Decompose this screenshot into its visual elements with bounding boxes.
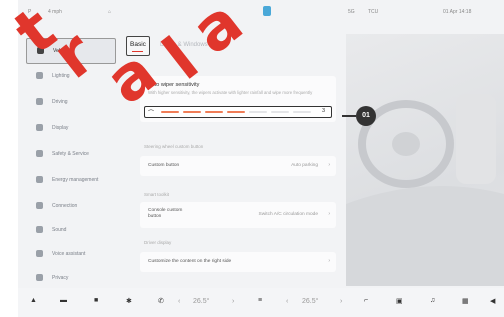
custom-button-row[interactable]: Custom button Auto parking › bbox=[140, 156, 336, 176]
wiper-icon: ⌒ bbox=[148, 111, 155, 117]
callout-line bbox=[342, 115, 356, 117]
status-tcu: TCU bbox=[368, 9, 379, 15]
chevron-right-icon: › bbox=[328, 258, 330, 264]
callout-badge: 01 bbox=[356, 106, 376, 126]
apps-icon[interactable]: ▦ bbox=[462, 297, 469, 305]
wiper-sensitivity-slider[interactable]: ⌒ 3 bbox=[144, 106, 332, 118]
temp-right-down-arrow[interactable]: ‹ bbox=[286, 298, 288, 305]
phone-icon[interactable]: ✆ bbox=[158, 297, 164, 305]
sidebar-item-display[interactable]: Display bbox=[26, 116, 114, 140]
temp-left-value: 26.5° bbox=[193, 298, 210, 305]
console-button-row[interactable]: Console custom button Switch A/C circula… bbox=[140, 202, 336, 228]
status-speed: 4 mph bbox=[48, 9, 62, 15]
slider-segment bbox=[183, 111, 201, 113]
link-icon bbox=[36, 202, 43, 209]
home-icon[interactable]: ⌂ bbox=[108, 9, 111, 15]
fan-icon[interactable]: ✱ bbox=[126, 297, 132, 305]
row-label: Customize the content on the right side bbox=[148, 259, 232, 264]
light-icon bbox=[36, 72, 43, 79]
screen: P 4 mph ⌂ 5G TCU 01 Apr 14:18 Vehicle Li… bbox=[18, 0, 504, 317]
battery-icon bbox=[36, 176, 43, 183]
bottom-dock: ▲ ▬ ■ ✱ ✆ ‹ 26.5° › ≡ ‹ 26.5° › ⌐ ▣ ♫ ▦ … bbox=[18, 288, 504, 317]
slider-segment bbox=[227, 111, 245, 113]
climate-icon[interactable]: ≡ bbox=[258, 297, 262, 304]
slider-segment bbox=[161, 111, 179, 113]
wiper-sensitivity-card: Auto wiper sensitivity With higher sensi… bbox=[140, 76, 336, 122]
sidebar-item-privacy[interactable]: Privacy bbox=[26, 266, 114, 290]
section-label-steering: Steering wheel custom button bbox=[144, 144, 204, 149]
section-label-toolkit: Smart toolkit bbox=[144, 192, 170, 197]
sidebar-item-label: Safety & Service bbox=[52, 151, 89, 157]
status-time: 01 Apr 14:18 bbox=[443, 9, 472, 15]
temp-right-up-arrow[interactable]: › bbox=[340, 298, 342, 305]
chevron-right-icon: › bbox=[328, 162, 330, 168]
sidebar-item-label: Driving bbox=[52, 99, 68, 105]
sidebar-item-energy[interactable]: Energy management bbox=[26, 168, 114, 192]
lock-icon bbox=[36, 274, 43, 281]
temp-left-down-arrow[interactable]: ‹ bbox=[178, 298, 180, 305]
vehicle-interior-preview bbox=[346, 34, 504, 286]
sidebar-item-sound[interactable]: Sound bbox=[26, 218, 114, 242]
sidebar-item-label: Sound bbox=[52, 227, 67, 233]
seat-icon[interactable]: ■ bbox=[94, 297, 98, 304]
shield-icon bbox=[36, 150, 43, 157]
sidebar-item-label: Energy management bbox=[52, 177, 99, 183]
sidebar-item-label: Voice assistant bbox=[52, 251, 86, 257]
music-icon[interactable]: ♫ bbox=[430, 297, 435, 304]
voice-icon bbox=[36, 250, 43, 257]
sidebar-item-connection[interactable]: Connection bbox=[26, 194, 114, 218]
customize-content-row[interactable]: Customize the content on the right side … bbox=[140, 252, 336, 272]
slider-segment bbox=[205, 111, 223, 113]
sidebar-item-label: Lighting bbox=[52, 73, 70, 79]
sidebar-item-label: Display bbox=[52, 125, 69, 131]
row-value: Switch A/C circulation mode bbox=[258, 212, 318, 217]
sidebar-item-safety[interactable]: Safety & Service bbox=[26, 142, 114, 166]
sidebar-item-label: Privacy bbox=[52, 275, 69, 281]
status-signal: 5G bbox=[348, 9, 355, 15]
chevron-right-icon: › bbox=[328, 211, 330, 217]
temp-left-up-arrow[interactable]: › bbox=[232, 298, 234, 305]
section-label-display: Driver display bbox=[144, 240, 172, 245]
car-icon[interactable]: ▬ bbox=[60, 297, 67, 304]
row-label: Console custom button bbox=[148, 208, 183, 219]
sound-icon bbox=[36, 226, 43, 233]
wiper-sensitivity-description: With higher sensitivity, the wipers acti… bbox=[148, 90, 313, 95]
slider-segment bbox=[271, 111, 289, 113]
wiper-icon[interactable]: ⌐ bbox=[364, 297, 368, 304]
slider-segment bbox=[293, 111, 311, 113]
slider-segment bbox=[249, 111, 267, 113]
temp-right-value: 26.5° bbox=[302, 298, 319, 305]
volume-icon[interactable]: ◀ bbox=[490, 297, 495, 305]
sidebar-item-driving[interactable]: Driving bbox=[26, 90, 114, 114]
home-icon[interactable]: ▲ bbox=[30, 297, 37, 304]
sidebar-item-voice[interactable]: Voice assistant bbox=[26, 242, 114, 266]
steering-icon bbox=[36, 98, 43, 105]
row-value: Auto parking bbox=[291, 163, 318, 168]
settings-content: Basic Doors & Windows Auto wiper sensiti… bbox=[126, 34, 346, 284]
media-icon[interactable]: ▣ bbox=[396, 297, 403, 305]
vehicle-interior-image bbox=[346, 94, 504, 286]
sidebar-item-label: Connection bbox=[52, 203, 78, 209]
app-logo-icon bbox=[263, 6, 271, 16]
slider-value: 3 bbox=[321, 108, 325, 114]
status-bar: P 4 mph ⌂ 5G TCU 01 Apr 14:18 bbox=[18, 0, 504, 26]
row-label: Custom button bbox=[148, 163, 180, 168]
display-icon bbox=[36, 124, 43, 131]
